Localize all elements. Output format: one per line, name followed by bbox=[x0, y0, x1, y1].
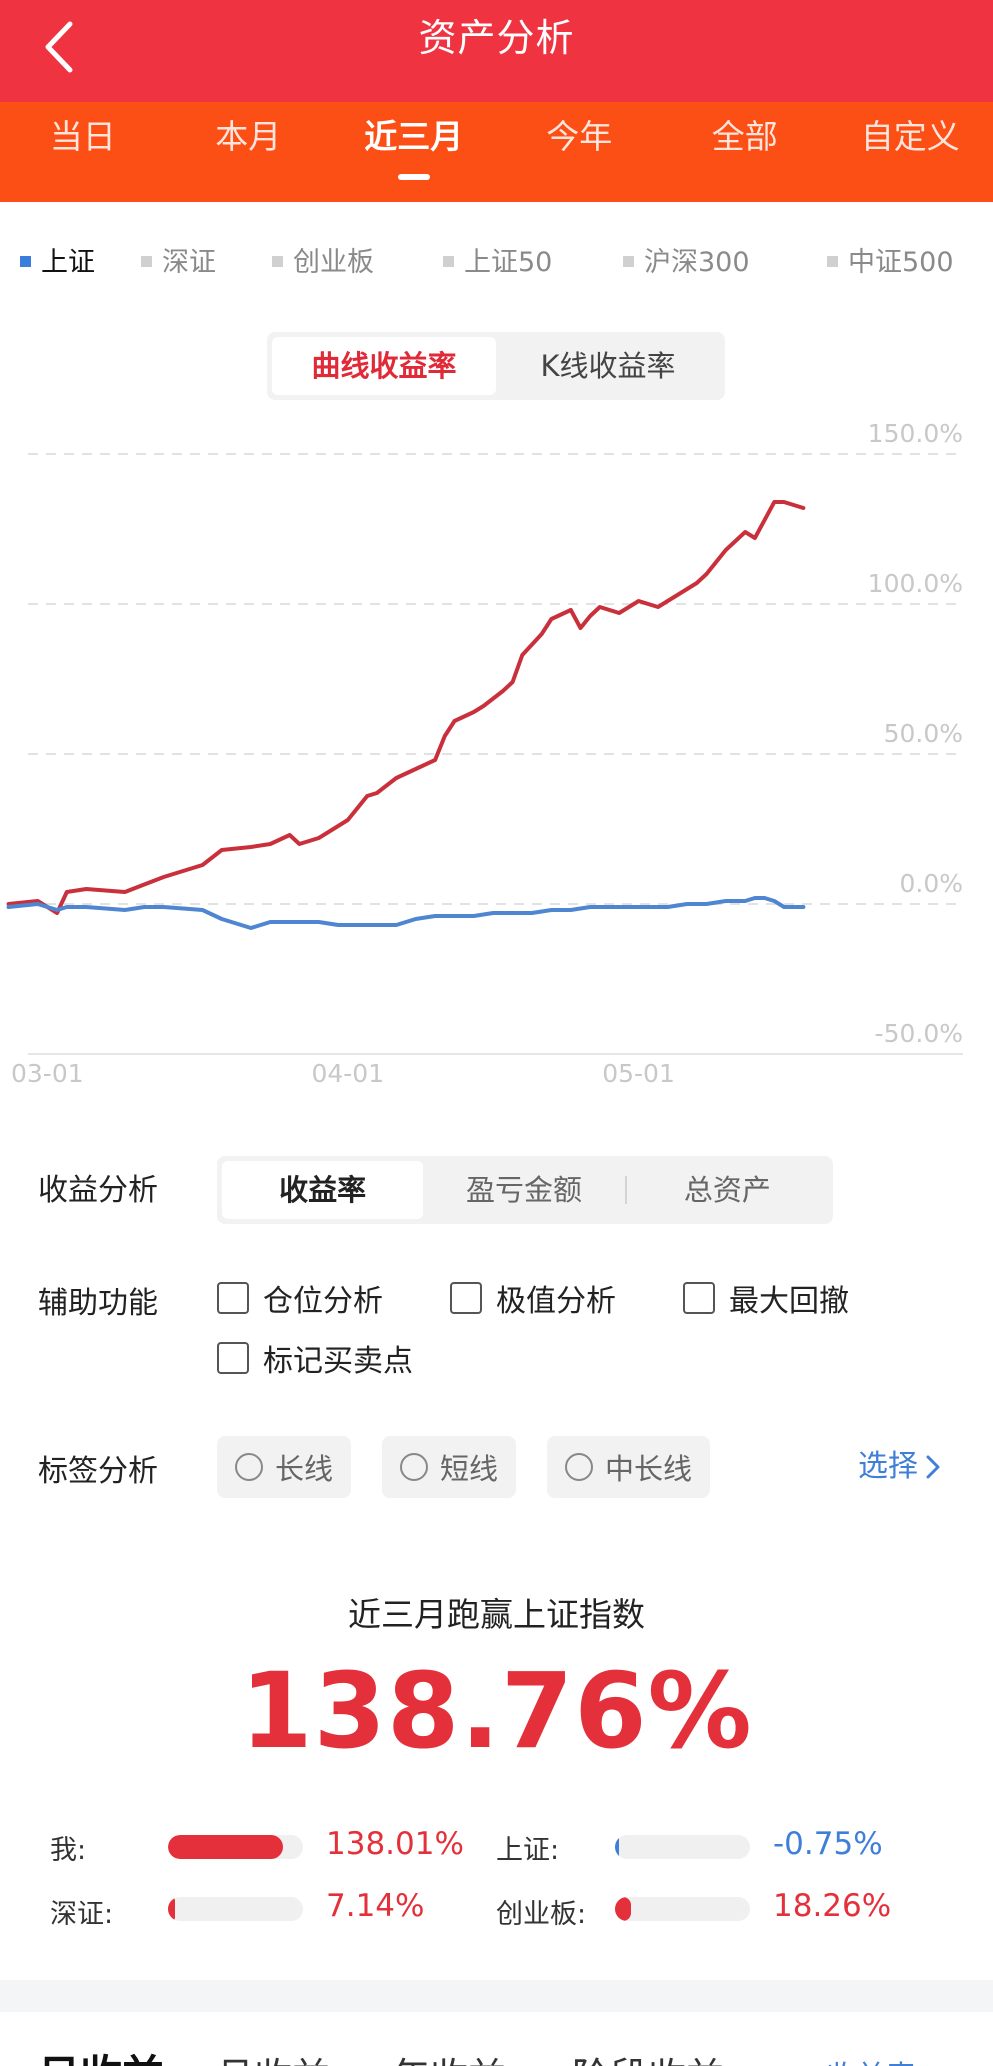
tab-this-month[interactable]: 本月 bbox=[166, 102, 332, 202]
radio-icon bbox=[565, 1453, 593, 1481]
radio-icon bbox=[400, 1453, 428, 1481]
tag-label: 短线 bbox=[440, 1452, 499, 1486]
compare-bar-fill bbox=[615, 1835, 619, 1859]
y-tick-label: -50.0% bbox=[875, 1019, 963, 1048]
beat-index-caption: 近三月跑赢上证指数 bbox=[348, 1595, 645, 1634]
select-link-label: 选择 bbox=[858, 1449, 918, 1484]
legend-square-icon bbox=[272, 256, 283, 267]
compare-label-mine: 我: bbox=[50, 1835, 87, 1866]
return-rate-button[interactable]: 收益率 bbox=[222, 1161, 424, 1219]
return-chart: 150.0% 100.0% 50.0% 0.0% -50.0% 03-01 04-01 05-… bbox=[6, 419, 963, 1088]
radio-icon bbox=[235, 1453, 263, 1481]
max-drawdown-checkbox[interactable]: 最大回撤 bbox=[683, 1278, 849, 1319]
index-filter-shenzhen[interactable]: 深证 bbox=[141, 238, 216, 288]
tab-custom[interactable]: 自定义 bbox=[828, 102, 993, 202]
index-filter-shanghai[interactable]: 上证 bbox=[20, 238, 95, 288]
tab-period-return[interactable]: 阶段收益 bbox=[572, 2046, 724, 2066]
checkbox-label: 极值分析 bbox=[496, 1284, 616, 1319]
beat-index-value: 138.76% bbox=[240, 1650, 753, 1772]
x-tick-label: 05-01 bbox=[602, 1059, 675, 1088]
index-filter-row: 上证 深证 创业板 上证50 沪深300 中证500 bbox=[0, 238, 993, 288]
series-line-index bbox=[6, 896, 806, 930]
tag-analysis-label: 标签分析 bbox=[38, 1454, 158, 1489]
x-tick-label: 03-01 bbox=[11, 1059, 84, 1088]
kline-return-button[interactable]: K线收益率 bbox=[496, 337, 720, 395]
tag-medium-long-term[interactable]: 中长线 bbox=[547, 1436, 711, 1498]
profit-amount-button[interactable]: 盈亏金额 bbox=[423, 1161, 624, 1219]
index-filter-csi500[interactable]: 中证500 bbox=[827, 238, 954, 288]
checkbox-label: 仓位分析 bbox=[263, 1284, 383, 1319]
period-tab-bar: 当日 本月 近三月 今年 全部 自定义 bbox=[0, 102, 993, 202]
checkbox-label: 最大回撤 bbox=[729, 1284, 849, 1319]
compare-value-chinext: 18.26% bbox=[773, 1888, 892, 1924]
position-analysis-checkbox[interactable]: 仓位分析 bbox=[217, 1278, 383, 1319]
tab-daily-return[interactable]: 日收益 bbox=[38, 2042, 164, 2066]
curve-return-button[interactable]: 曲线收益率 bbox=[272, 337, 496, 395]
compare-bar-fill bbox=[168, 1835, 283, 1859]
total-assets-button[interactable]: 总资产 bbox=[627, 1161, 828, 1219]
page-title: 资产分析 bbox=[418, 16, 575, 60]
tab-all[interactable]: 全部 bbox=[662, 102, 828, 202]
checkbox-icon bbox=[217, 1282, 249, 1314]
legend-square-icon bbox=[827, 256, 838, 267]
legend-square-icon bbox=[20, 256, 31, 267]
tab-yearly-return[interactable]: 年收益 bbox=[392, 2046, 506, 2066]
tag-short-term[interactable]: 短线 bbox=[382, 1436, 517, 1498]
legend-square-icon bbox=[443, 256, 454, 267]
section-divider bbox=[0, 1980, 993, 2012]
compare-bar-fill bbox=[168, 1897, 175, 1921]
index-filter-csi300[interactable]: 沪深300 bbox=[623, 238, 750, 288]
tab-this-year[interactable]: 今年 bbox=[497, 102, 663, 202]
compare-label-shenzhen: 深证: bbox=[50, 1899, 114, 1930]
compare-value-shanghai: -0.75% bbox=[773, 1826, 883, 1862]
compare-bar-shanghai bbox=[615, 1835, 750, 1859]
y-tick-label: 150.0% bbox=[868, 419, 963, 448]
checkbox-icon bbox=[450, 1282, 482, 1314]
legend-square-icon bbox=[623, 256, 634, 267]
legend-square-icon bbox=[141, 256, 152, 267]
y-tick-label: 50.0% bbox=[884, 719, 963, 748]
x-tick-label: 04-01 bbox=[311, 1059, 384, 1088]
compare-label-shanghai: 上证: bbox=[496, 1835, 560, 1866]
compare-bar-fill bbox=[615, 1897, 631, 1921]
y-tick-label: 100.0% bbox=[868, 569, 963, 598]
index-filter-chinext[interactable]: 创业板 bbox=[272, 238, 374, 288]
compare-bar-chinext bbox=[615, 1897, 750, 1921]
index-filter-label: 上证50 bbox=[464, 247, 553, 278]
checkbox-icon bbox=[683, 1282, 715, 1314]
tab-last-three-months[interactable]: 近三月 bbox=[331, 102, 497, 202]
compare-bar-mine bbox=[168, 1835, 303, 1859]
aux-functions-label: 辅助功能 bbox=[38, 1286, 158, 1321]
compare-bar-shenzhen bbox=[168, 1897, 303, 1921]
checkbox-icon bbox=[217, 1342, 249, 1374]
title-bar: 资产分析 bbox=[0, 0, 993, 102]
checkbox-label: 标记买卖点 bbox=[263, 1344, 413, 1379]
chart-type-toggle: 曲线收益率 K线收益率 bbox=[267, 332, 725, 400]
return-period-tabs: 日收益 月收益 年收益 阶段收益 收益表 bbox=[0, 2012, 993, 2066]
tag-long-term[interactable]: 长线 bbox=[217, 1436, 352, 1498]
compare-label-chinext: 创业板: bbox=[496, 1899, 587, 1930]
index-filter-label: 中证500 bbox=[848, 247, 954, 278]
index-filter-sse50[interactable]: 上证50 bbox=[443, 238, 552, 288]
tab-today[interactable]: 当日 bbox=[0, 102, 166, 202]
tag-label: 中长线 bbox=[605, 1452, 693, 1486]
chevron-right-icon bbox=[926, 1455, 940, 1479]
compare-value-shenzhen: 7.14% bbox=[326, 1888, 425, 1924]
series-line-mine bbox=[6, 500, 806, 915]
mark-trades-checkbox[interactable]: 标记买卖点 bbox=[217, 1338, 413, 1379]
extreme-value-checkbox[interactable]: 极值分析 bbox=[450, 1278, 616, 1319]
y-tick-label: 0.0% bbox=[899, 869, 963, 898]
tab-monthly-return[interactable]: 月收益 bbox=[216, 2046, 330, 2066]
return-table-link[interactable]: 收益表 bbox=[826, 2052, 916, 2066]
index-filter-label: 沪深300 bbox=[644, 247, 750, 278]
index-filter-label: 深证 bbox=[162, 247, 216, 278]
index-filter-label: 创业板 bbox=[293, 247, 374, 278]
compare-value-mine: 138.01% bbox=[326, 1826, 464, 1862]
index-filter-label: 上证 bbox=[41, 247, 95, 278]
tag-label: 长线 bbox=[275, 1452, 334, 1486]
profit-analysis-options: 收益率 盈亏金额 总资产 bbox=[217, 1156, 833, 1224]
select-tags-link[interactable]: 选择 bbox=[858, 1444, 942, 1490]
profit-analysis-label: 收益分析 bbox=[38, 1173, 158, 1208]
